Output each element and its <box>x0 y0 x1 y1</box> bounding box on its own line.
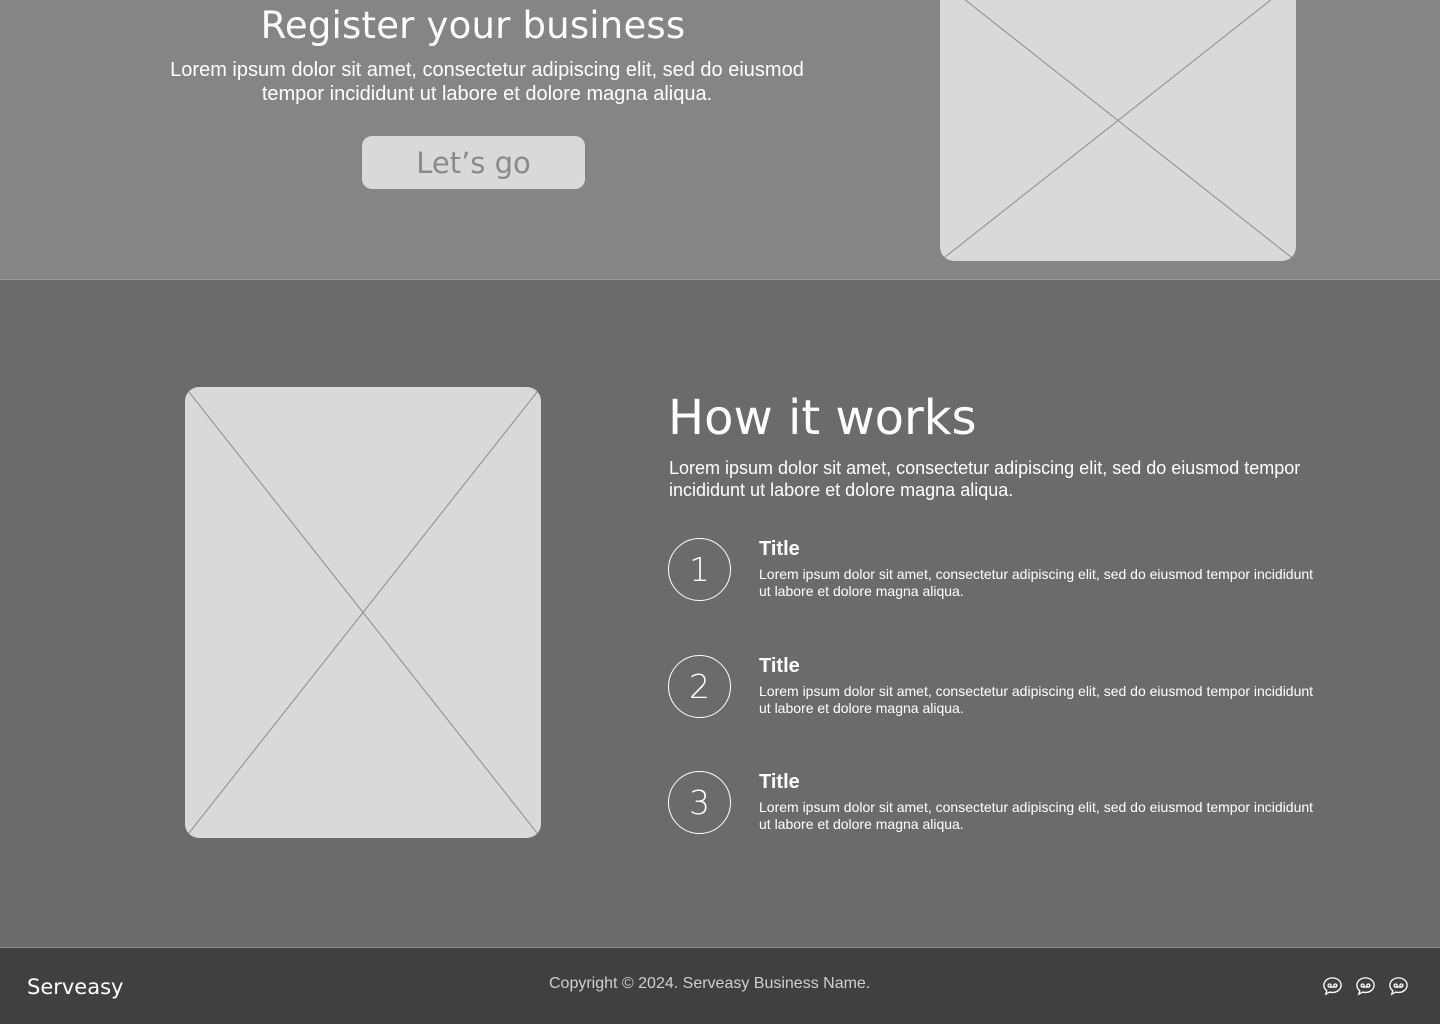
step-item: 2 Title Lorem ipsum dolor sit amet, cons… <box>668 655 1328 719</box>
step-title: Title <box>759 771 800 793</box>
step-number-circle: 1 <box>668 538 731 601</box>
image-placeholder-icon <box>185 387 541 838</box>
how-it-works-description: Lorem ipsum dolor sit amet, consectetur … <box>669 458 1301 500</box>
image-placeholder-icon <box>940 0 1296 261</box>
step-number-circle: 2 <box>668 655 731 718</box>
chat-bubble-icon[interactable] <box>1321 975 1344 998</box>
step-description: Lorem ipsum dolor sit amet, consectetur … <box>759 566 1314 599</box>
step-item: 3 Title Lorem ipsum dolor sit amet, cons… <box>668 771 1328 835</box>
footer: Serveasy Copyright © 2024. Serveasy Busi… <box>0 947 1440 1024</box>
step-description: Lorem ipsum dolor sit amet, consectetur … <box>759 683 1314 716</box>
step-item: 1 Title Lorem ipsum dolor sit amet, cons… <box>668 538 1328 602</box>
lets-go-button[interactable]: Let’s go <box>362 136 585 189</box>
step-title: Title <box>759 538 800 560</box>
step-title: Title <box>759 655 800 677</box>
chat-bubble-icon[interactable] <box>1354 975 1377 998</box>
hero-description: Lorem ipsum dolor sit amet, consectetur … <box>170 59 804 105</box>
how-it-works-image-placeholder <box>185 387 541 838</box>
copyright-text: Copyright © 2024. Serveasy Business Name… <box>549 975 871 992</box>
step-number-circle: 3 <box>668 771 731 834</box>
hero-title: Register your business <box>260 4 686 47</box>
hero-image-placeholder <box>940 0 1296 261</box>
register-hero-section: Register your business Lorem ipsum dolor… <box>0 0 1440 280</box>
chat-bubble-icon[interactable] <box>1387 975 1410 998</box>
how-it-works-title: How it works <box>668 390 977 446</box>
footer-brand[interactable]: Serveasy <box>27 975 123 999</box>
step-description: Lorem ipsum dolor sit amet, consectetur … <box>759 799 1314 832</box>
